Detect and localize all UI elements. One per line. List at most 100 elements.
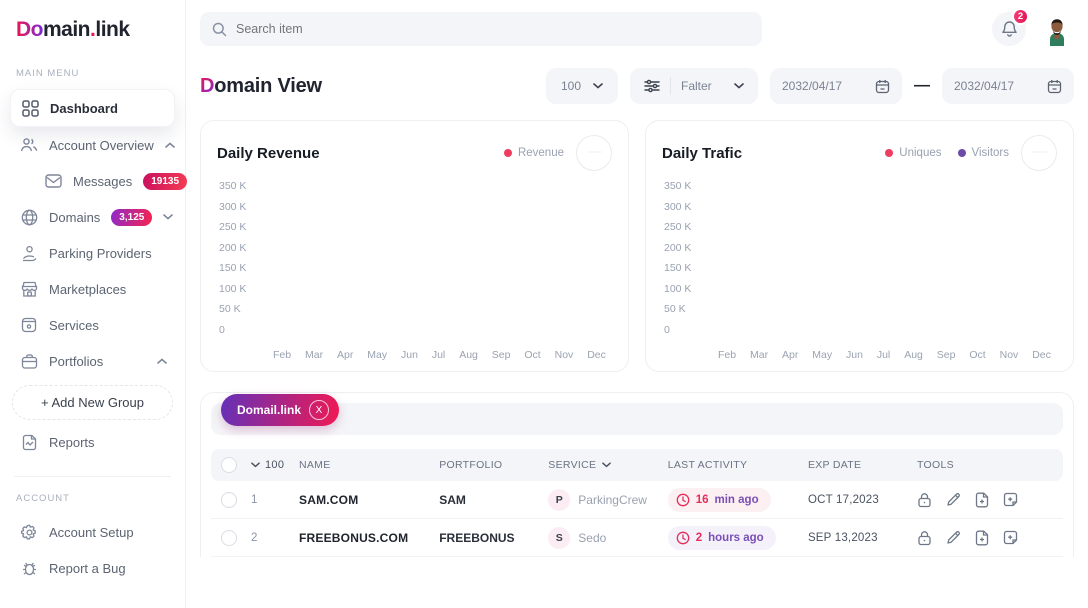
account-section-label: ACCOUNT bbox=[16, 493, 175, 504]
chip-label: Domail.link bbox=[237, 403, 301, 417]
notifications-button[interactable]: 2 bbox=[992, 12, 1026, 46]
services-box-icon bbox=[20, 316, 38, 334]
select-all-checkbox[interactable] bbox=[221, 457, 237, 473]
sidebar-item-label: Account Setup bbox=[49, 525, 167, 540]
note-add-icon[interactable] bbox=[1003, 492, 1018, 507]
topbar: 2 bbox=[200, 12, 1074, 46]
sidebar-item-account-overview[interactable]: Account Overview bbox=[10, 127, 175, 163]
col-service[interactable]: SERVICE bbox=[548, 459, 667, 471]
sidebar-item-domains[interactable]: Domains 3,125 bbox=[10, 199, 175, 235]
sidebar-item-reports[interactable]: Reports bbox=[10, 424, 175, 460]
search-input[interactable] bbox=[236, 22, 750, 36]
brand-logo[interactable]: Domain.link bbox=[10, 18, 175, 42]
chart-body: 350 K300 K250 K200 K150 K100 K50 K0 bbox=[217, 181, 612, 343]
divider bbox=[670, 77, 671, 95]
sidebar-item-label: Portfolios bbox=[49, 354, 146, 369]
file-add-icon[interactable] bbox=[975, 492, 989, 508]
edit-pencil-icon[interactable] bbox=[946, 530, 961, 545]
row-number: 2 bbox=[251, 532, 299, 544]
parking-hand-icon bbox=[20, 244, 38, 262]
sidebar-item-portfolios[interactable]: Portfolios bbox=[10, 343, 175, 379]
last-activity-cell: 16min ago bbox=[668, 488, 808, 512]
page-size-select[interactable]: 100 bbox=[546, 68, 618, 104]
topbar-right: 2 bbox=[992, 12, 1074, 46]
chevron-down-icon bbox=[593, 83, 603, 89]
col-portfolio: PORTFOLIO bbox=[439, 459, 548, 471]
header-controls: 100 Falter 2032/04/17 — 2032/ bbox=[546, 68, 1074, 104]
table-row[interactable]: 1 SAM.COM SAM PParkingCrew 16min ago OCT… bbox=[211, 481, 1063, 519]
clock-icon bbox=[676, 531, 690, 545]
calendar-icon bbox=[1047, 79, 1062, 94]
row-checkbox[interactable] bbox=[221, 492, 237, 508]
table-filter-bar: Domail.link X bbox=[211, 403, 1063, 435]
card-header: Daily Trafic Uniques Visitors bbox=[662, 135, 1057, 171]
service-cell: P ParkingCrew bbox=[548, 489, 667, 511]
date-from-picker[interactable]: 2032/04/17 bbox=[770, 68, 902, 104]
notification-count-badge: 2 bbox=[1012, 8, 1029, 25]
filter-chip-domail-link[interactable]: Domail.link X bbox=[221, 394, 339, 426]
sidebar-item-label: Reports bbox=[49, 435, 167, 450]
lock-icon[interactable] bbox=[917, 492, 932, 508]
add-new-group-button[interactable]: + Add New Group bbox=[12, 385, 173, 420]
search-icon bbox=[212, 22, 227, 37]
download-button[interactable] bbox=[1021, 135, 1057, 171]
lock-icon[interactable] bbox=[917, 530, 932, 546]
sidebar-item-services[interactable]: Services bbox=[10, 307, 175, 343]
download-icon bbox=[1032, 146, 1047, 161]
x-axis-labels: FebMarAprMayJunJulAugSepOctNovDec bbox=[273, 349, 608, 361]
sidebar-item-parking-providers[interactable]: Parking Providers bbox=[10, 235, 175, 271]
date-to-value: 2032/04/17 bbox=[954, 79, 1014, 93]
y-axis-labels: 350 K300 K250 K200 K150 K100 K50 K0 bbox=[217, 181, 261, 343]
avatar[interactable] bbox=[1040, 12, 1074, 46]
card-header: Daily Revenue Revenue bbox=[217, 135, 612, 171]
dashboard-icon bbox=[21, 99, 39, 117]
domain-name: FREEBONUS.COM bbox=[299, 531, 439, 545]
count-sorter[interactable]: 100 bbox=[251, 459, 299, 471]
row-checkbox[interactable] bbox=[221, 530, 237, 546]
row-tools bbox=[917, 530, 1053, 546]
date-to-picker[interactable]: 2032/04/17 bbox=[942, 68, 1074, 104]
search-bar[interactable] bbox=[200, 12, 762, 46]
sidebar-item-label: Messages bbox=[73, 174, 132, 189]
last-activity-cell: 2hours ago bbox=[668, 526, 808, 550]
exp-date: OCT 17,2023 bbox=[808, 494, 917, 506]
file-add-icon[interactable] bbox=[975, 530, 989, 546]
activity-pill: 16min ago bbox=[668, 488, 771, 512]
logo-gradient-part: Do bbox=[16, 18, 43, 41]
download-icon bbox=[587, 146, 602, 161]
sidebar-item-label: Marketplaces bbox=[49, 282, 167, 297]
filter-dropdown[interactable]: Falter bbox=[630, 68, 758, 104]
service-cell: S Sedo bbox=[548, 527, 667, 549]
report-doc-icon bbox=[20, 433, 38, 451]
chart-legend: Uniques Visitors bbox=[885, 147, 1009, 159]
legend-item-uniques: Uniques bbox=[885, 147, 941, 159]
sidebar-item-report-a-bug[interactable]: Report a Bug bbox=[10, 550, 175, 586]
sidebar-item-dashboard[interactable]: Dashboard bbox=[10, 89, 175, 127]
service-name: ParkingCrew bbox=[578, 493, 647, 507]
download-button[interactable] bbox=[576, 135, 612, 171]
sidebar-item-label: Report a Bug bbox=[49, 561, 167, 576]
col-last-activity: LAST ACTIVITY bbox=[668, 459, 808, 471]
edit-pencil-icon[interactable] bbox=[946, 492, 961, 507]
table-row[interactable]: 2 FREEBONUS.COM FREEBONUS SSedo 2hours a… bbox=[211, 519, 1063, 557]
sidebar-item-messages[interactable]: Messages 19135 bbox=[10, 163, 175, 199]
main-content: 2 Domain View 100 Falter bbox=[186, 0, 1088, 608]
messages-count-badge: 19135 bbox=[143, 173, 187, 190]
chevron-up-icon bbox=[157, 358, 167, 364]
chip-close-icon[interactable]: X bbox=[309, 400, 329, 420]
service-name: Sedo bbox=[578, 531, 606, 545]
chevron-down-icon bbox=[163, 214, 173, 220]
date-range-separator: — bbox=[914, 77, 930, 95]
logo-link-part: link bbox=[95, 18, 129, 41]
legend-dot bbox=[958, 149, 966, 157]
legend-dot bbox=[885, 149, 893, 157]
row-tools bbox=[917, 492, 1053, 508]
chart-body: 350 K300 K250 K200 K150 K100 K50 K0 bbox=[662, 181, 1057, 343]
sidebar-item-account-setup[interactable]: Account Setup bbox=[10, 514, 175, 550]
sidebar-item-marketplaces[interactable]: Marketplaces bbox=[10, 271, 175, 307]
sidebar-item-label: Account Overview bbox=[49, 138, 154, 153]
note-add-icon[interactable] bbox=[1003, 530, 1018, 545]
briefcase-icon bbox=[20, 352, 38, 370]
service-initial-badge: S bbox=[548, 527, 570, 549]
service-initial-badge: P bbox=[548, 489, 570, 511]
